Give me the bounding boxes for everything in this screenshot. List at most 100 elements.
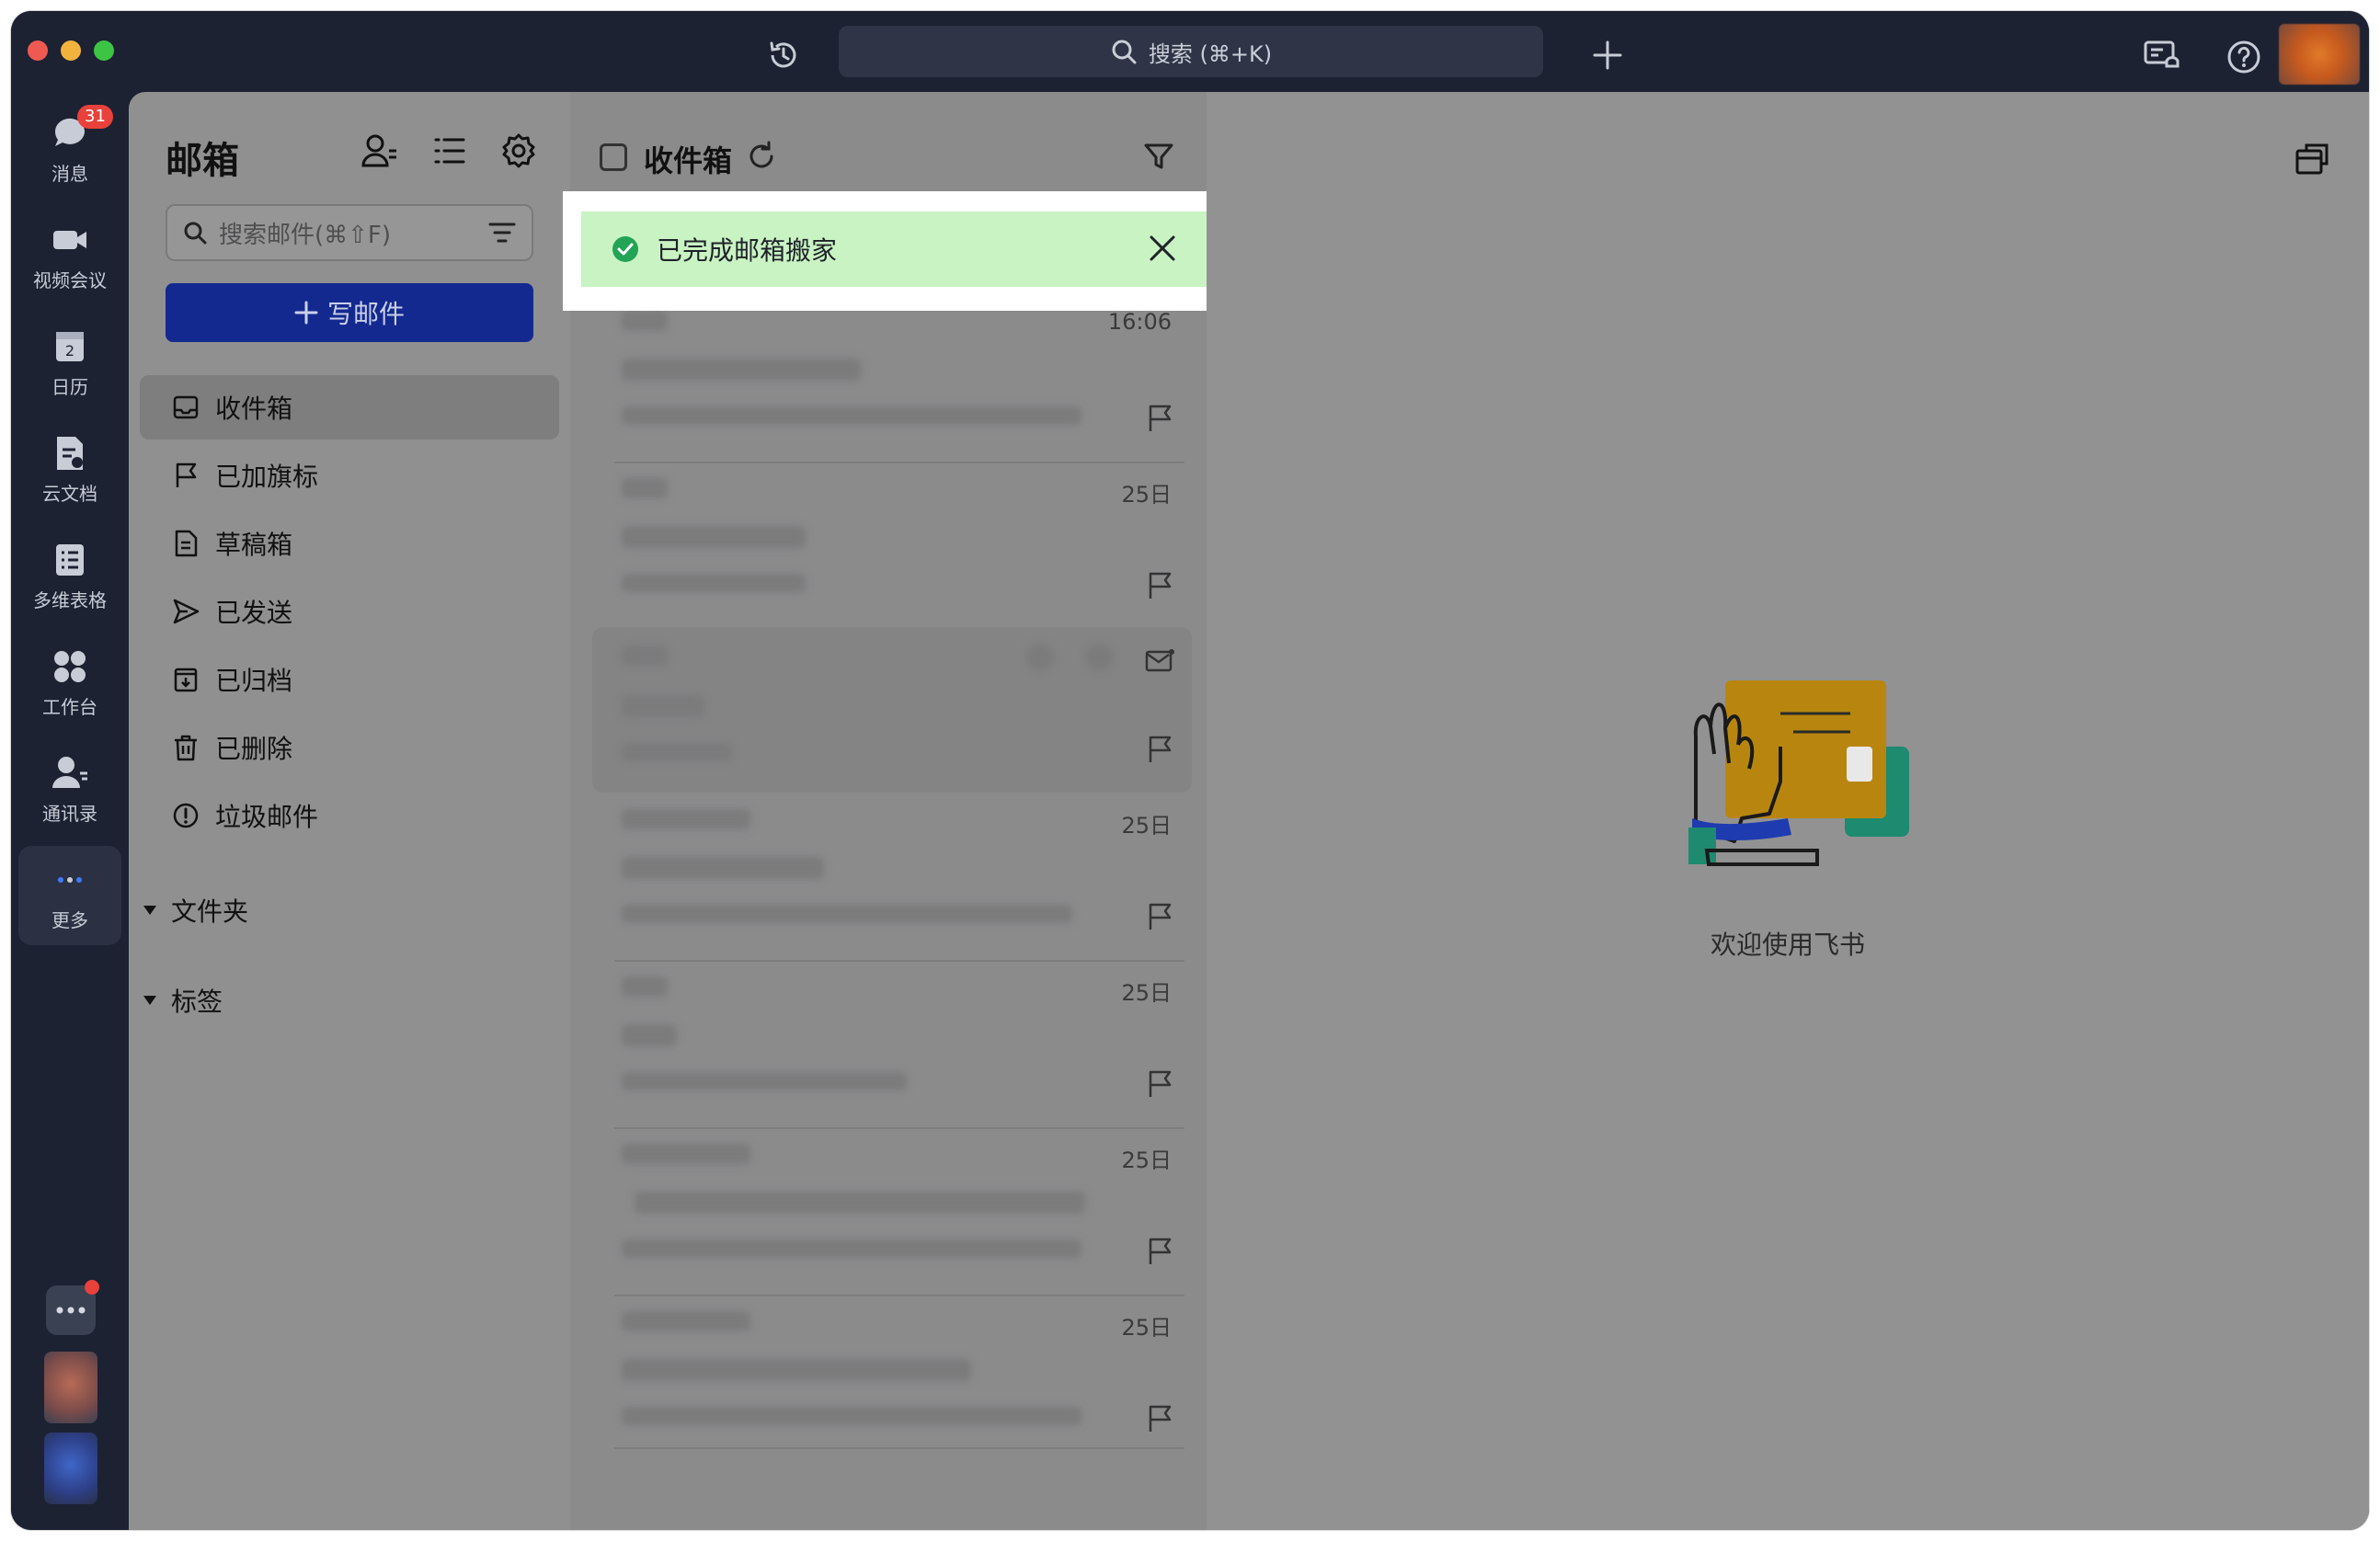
plus-icon[interactable] (1591, 39, 1624, 72)
user-avatar[interactable] (2279, 24, 2360, 85)
calendar-icon: 2 (56, 331, 84, 361)
check-circle-icon (612, 236, 638, 262)
nav-item-video-meeting[interactable]: 视频会议 (18, 206, 121, 305)
blurred-sender (622, 311, 668, 331)
filter-funnel-icon[interactable] (1142, 140, 1175, 173)
blurred-action[interactable] (1026, 644, 1054, 671)
mail-item[interactable]: 25日 (592, 794, 1192, 960)
messages-badge: 31 (77, 105, 113, 129)
flag-icon[interactable] (1144, 1236, 1175, 1267)
search-icon (1112, 40, 1137, 64)
close-icon[interactable] (1146, 232, 1179, 265)
nav-item-more[interactable]: 更多 (18, 846, 121, 945)
compose-button[interactable]: 写邮件 (166, 283, 533, 342)
folder-sent[interactable]: 已发送 (140, 579, 559, 644)
left-navigation: 31 消息 视频会议 2 日历 云文档 多维表格 工作台 通讯录 更多 (11, 92, 129, 1530)
blurred-subject (622, 695, 704, 717)
folder-inbox[interactable]: 收件箱 (140, 375, 559, 439)
folder-label: 草稿箱 (215, 530, 293, 560)
blurred-sender (622, 1311, 750, 1331)
folder-label: 已发送 (215, 598, 293, 628)
folder-flagged[interactable]: 已加旗标 (140, 443, 559, 508)
folder-label: 垃圾邮件 (215, 802, 319, 832)
pinned-chat-avatar[interactable] (44, 1352, 97, 1423)
flag-icon[interactable] (1144, 734, 1175, 765)
blurred-sender (622, 1144, 750, 1164)
maximize-window-button[interactable] (94, 40, 114, 61)
folders-group-toggle[interactable]: 文件夹 (142, 885, 248, 936)
trash-icon (175, 735, 197, 761)
draft-icon (175, 530, 198, 557)
mail-sidebar: 邮箱 搜索邮件(⌘⇧F) 写邮件 收件箱 已加旗标 草稿箱 已发送 已归档 已删… (129, 92, 570, 1530)
folder-spam[interactable]: 垃圾邮件 (140, 783, 559, 848)
mail-time: 25日 (1121, 980, 1172, 1006)
search-filter-icon[interactable] (487, 220, 517, 245)
account-switch-icon[interactable] (359, 131, 399, 171)
mail-list-title: 收件箱 (644, 143, 733, 178)
nav-item-messages[interactable]: 31 消息 (18, 99, 121, 199)
bitable-icon (56, 543, 84, 576)
refresh-icon[interactable] (745, 140, 778, 173)
spam-icon (173, 803, 199, 828)
flag-icon[interactable] (1144, 1403, 1175, 1434)
settings-gear-icon[interactable] (498, 131, 539, 171)
list-view-icon[interactable] (429, 131, 469, 171)
mail-item[interactable]: 16:06 (592, 296, 1192, 462)
mail-time: 25日 (1121, 482, 1172, 508)
nav-item-bitable[interactable]: 多维表格 (18, 526, 121, 625)
toast-message: 已完成邮箱搬家 (657, 235, 838, 266)
nav-item-calendar[interactable]: 2 日历 (18, 313, 121, 412)
reading-pane: 欢迎使用飞书 (1207, 92, 2369, 1530)
close-window-button[interactable] (28, 40, 48, 61)
mail-item[interactable]: 25日 (592, 463, 1192, 629)
ellipsis-icon (56, 1307, 86, 1314)
global-search-box[interactable]: 搜索 (⌘+K) (839, 26, 1543, 77)
mail-item[interactable]: 25日 (592, 1296, 1192, 1462)
folder-label: 已删除 (215, 734, 293, 764)
mail-item-hovered[interactable] (592, 627, 1192, 793)
blurred-subject (635, 1192, 1085, 1214)
shortcut-menu-button[interactable] (46, 1280, 99, 1335)
folder-label: 已加旗标 (215, 462, 319, 492)
pinned-chat-avatar[interactable] (44, 1433, 97, 1504)
blurred-sender (622, 976, 668, 997)
blurred-subject (622, 1359, 971, 1381)
flag-icon[interactable] (1144, 1068, 1175, 1100)
folder-drafts[interactable]: 草稿箱 (140, 511, 559, 576)
help-icon[interactable] (2226, 39, 2262, 75)
folder-label: 已归档 (215, 666, 293, 696)
flag-icon[interactable] (1144, 403, 1175, 434)
mark-unread-icon[interactable] (1144, 647, 1175, 675)
blurred-preview (622, 1407, 1081, 1425)
flag-icon[interactable] (1144, 901, 1175, 932)
blurred-action[interactable] (1085, 644, 1113, 671)
open-new-window-icon[interactable] (2294, 142, 2330, 178)
nav-item-contacts[interactable]: 通讯录 (18, 739, 121, 839)
nav-label: 更多 (51, 908, 88, 931)
calendar-day: 2 (65, 342, 74, 360)
folder-archived[interactable]: 已归档 (140, 647, 559, 712)
blurred-subject (622, 857, 824, 879)
mail-search-input[interactable]: 搜索邮件(⌘⇧F) (166, 204, 533, 261)
flag-icon[interactable] (1144, 570, 1175, 601)
mail-item[interactable]: 25日 (592, 1129, 1192, 1295)
nav-item-cloud-docs[interactable]: 云文档 (18, 419, 121, 519)
mail-item[interactable]: 25日 (592, 962, 1192, 1127)
history-icon[interactable] (765, 37, 802, 74)
nav-label: 日历 (51, 375, 88, 398)
compose-label: 写邮件 (326, 299, 405, 329)
nav-label: 云文档 (42, 482, 97, 505)
blurred-subject (622, 526, 806, 548)
search-icon (184, 222, 207, 245)
nav-item-workplace[interactable]: 工作台 (18, 633, 121, 732)
welcome-illustration (1688, 680, 1909, 866)
screen-notify-icon[interactable] (2143, 39, 2180, 74)
select-all-checkbox[interactable] (600, 143, 627, 171)
labels-group-toggle[interactable]: 标签 (142, 975, 223, 1026)
minimize-window-button[interactable] (61, 40, 81, 61)
blurred-preview (622, 1072, 907, 1090)
group-label: 文件夹 (171, 896, 249, 927)
nav-label: 消息 (51, 162, 88, 185)
folder-deleted[interactable]: 已删除 (140, 715, 559, 780)
notification-dot (85, 1280, 99, 1295)
